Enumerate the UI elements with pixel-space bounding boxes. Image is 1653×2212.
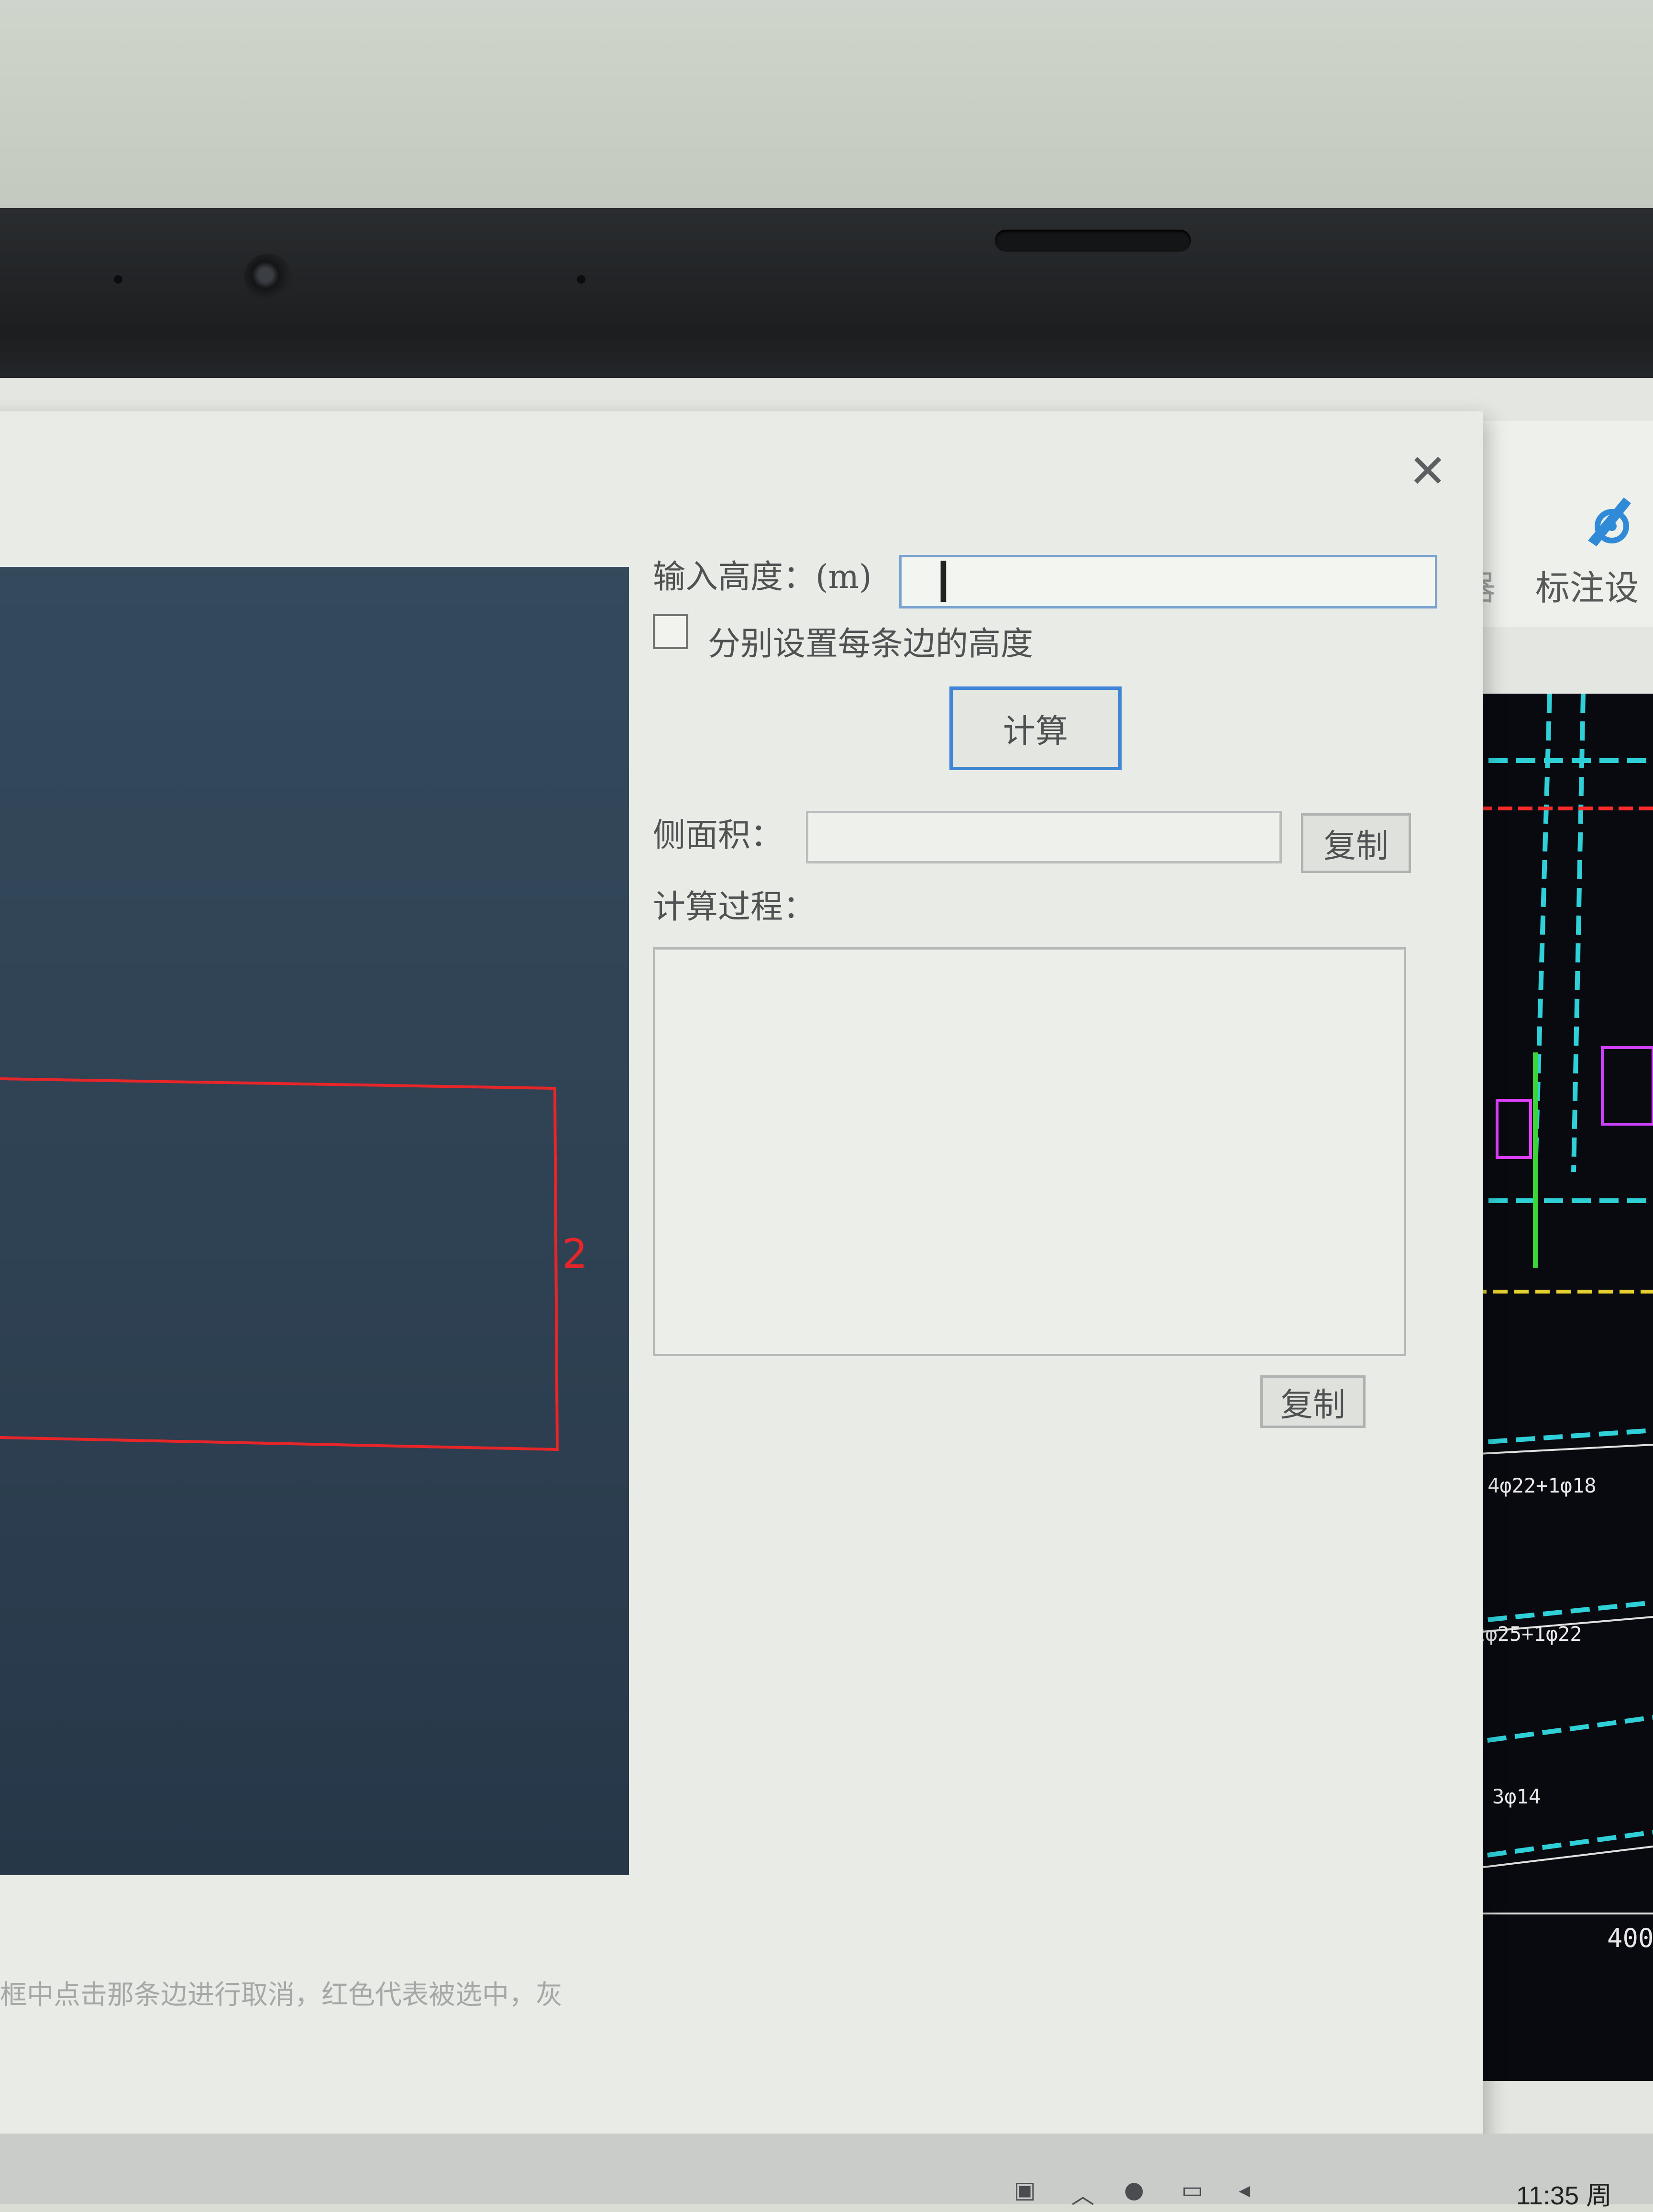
- shape-preview-panel[interactable]: 2: [0, 567, 629, 1875]
- webcam: [244, 254, 292, 301]
- per-edge-height-label[interactable]: 分别设置每条边的高度: [708, 617, 1033, 664]
- taskbar: [0, 2134, 1653, 2204]
- selected-shape-outline[interactable]: [0, 1077, 559, 1451]
- side-area-output[interactable]: [806, 811, 1282, 863]
- shape-preview-drawing: 2: [0, 1077, 587, 1451]
- calculation-process-textarea[interactable]: [653, 947, 1406, 1356]
- bezel-slot: [995, 230, 1191, 252]
- copy-area-button[interactable]: 复制: [1301, 813, 1411, 873]
- hint-text: 框中点击那条边进行取消，红色代表被选中，灰: [0, 1980, 562, 2011]
- laptop-bezel: [0, 208, 1653, 390]
- cad-rebar-label: 4φ22+1φ18: [1488, 1474, 1597, 1497]
- edge-number-label: 2: [562, 1230, 587, 1277]
- cad-dimension-label: 4000: [1607, 1923, 1653, 1953]
- height-label: 输入高度：(m): [653, 558, 872, 596]
- tray-app-icon[interactable]: ▣: [1014, 2177, 1036, 2203]
- close-icon[interactable]: ✕: [1406, 448, 1449, 494]
- copy-process-button[interactable]: 复制: [1260, 1375, 1366, 1428]
- background-wall: [0, 0, 1653, 210]
- network-icon[interactable]: ▭: [1181, 2177, 1203, 2203]
- cad-rebar-label: 3φ14: [1492, 1785, 1541, 1808]
- volume-icon[interactable]: ◂: [1239, 2177, 1250, 2203]
- per-edge-height-checkbox[interactable]: [653, 614, 688, 649]
- bezel-sensor-dot: [577, 275, 585, 284]
- gear-pen-icon[interactable]: [1578, 488, 1641, 550]
- tray-status-icon[interactable]: ●: [1124, 2177, 1144, 2203]
- height-input[interactable]: [899, 555, 1437, 608]
- side-area-label: 侧面积：: [653, 817, 783, 854]
- cad-rebar-label: 2φ25+1φ22: [1473, 1622, 1582, 1646]
- bezel-sensor-dot: [114, 275, 122, 284]
- calculate-button[interactable]: 计算: [949, 686, 1122, 770]
- text-cursor-icon: I: [935, 549, 952, 615]
- taskbar-clock[interactable]: 11:35 周: [1516, 2174, 1612, 2212]
- chevron-up-icon[interactable]: ︿: [1071, 2177, 1094, 2210]
- ribbon-tool-label[interactable]: 标注设: [1535, 560, 1639, 610]
- process-label: 计算过程：: [653, 888, 816, 926]
